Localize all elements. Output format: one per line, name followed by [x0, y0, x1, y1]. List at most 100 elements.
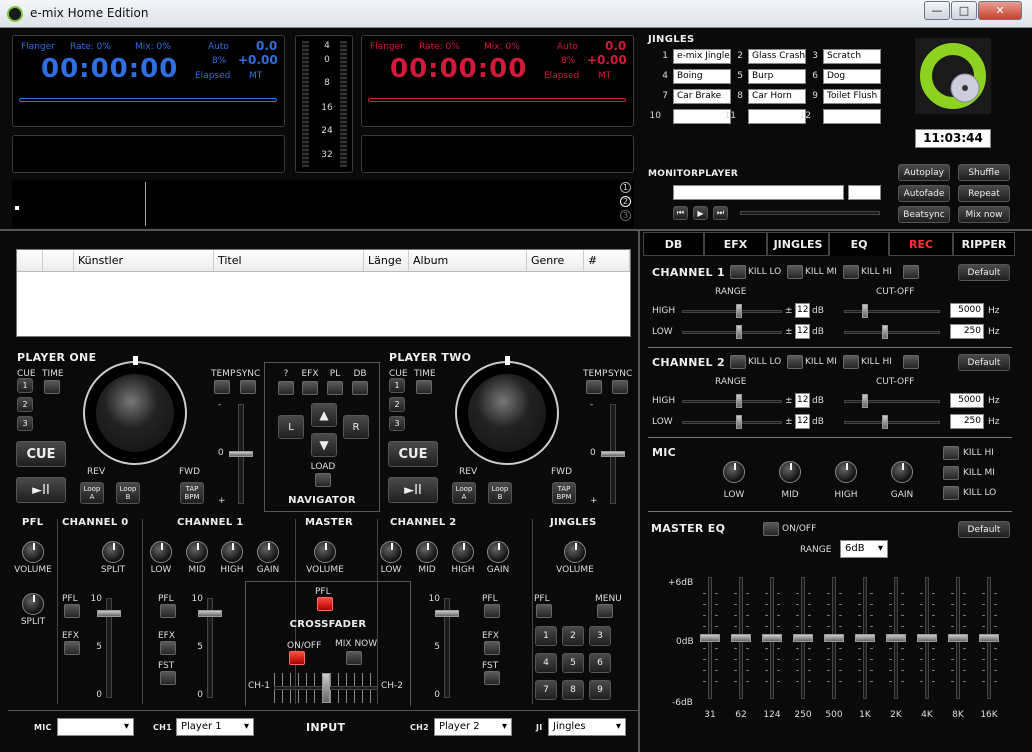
eq-kill-toggle[interactable]: [787, 265, 803, 279]
mixer-toggle-button[interactable]: [289, 651, 305, 665]
navigator-help-button[interactable]: [278, 381, 294, 395]
jingle-slot-field[interactable]: Car Brake: [673, 89, 731, 104]
master-eq-band-handle[interactable]: [886, 634, 906, 642]
mic-kill-toggle[interactable]: [943, 466, 959, 480]
shuffle-button[interactable]: Shuffle: [958, 164, 1010, 181]
mixer-toggle-button[interactable]: [484, 604, 500, 618]
eq-default-button[interactable]: Default: [958, 264, 1010, 281]
navigator-right-button[interactable]: R: [343, 415, 369, 439]
mixer-channel-fader-handle[interactable]: [435, 610, 459, 617]
playlist-column-header[interactable]: Album: [409, 250, 527, 271]
tab-eq[interactable]: EQ: [829, 232, 889, 256]
repeat-button[interactable]: Repeat: [958, 185, 1010, 202]
master-eq-band-handle[interactable]: [917, 634, 937, 642]
playlist-table[interactable]: Künstler Titel Länge Album Genre #: [16, 249, 631, 337]
jingle-pad-button[interactable]: 3: [589, 626, 611, 646]
eq-default-button[interactable]: Default: [958, 354, 1010, 371]
eq-extra-toggle[interactable]: [903, 355, 919, 369]
tab-rec[interactable]: REC: [889, 232, 953, 256]
player1-time-button[interactable]: [44, 380, 60, 394]
eq-cutoff-slider[interactable]: [844, 421, 940, 424]
eq-range-slider[interactable]: [682, 421, 782, 424]
mixer-toggle-button[interactable]: [160, 604, 176, 618]
player2-loop-a-button[interactable]: Loop A: [452, 482, 476, 504]
mixer-toggle-button[interactable]: [160, 671, 176, 685]
mixer-knob[interactable]: [22, 593, 44, 615]
player1-loop-a-button[interactable]: Loop A: [80, 482, 104, 504]
eq-cutoff-slider-handle[interactable]: [882, 325, 888, 339]
jingle-pad-button[interactable]: 6: [589, 653, 611, 673]
player1-pitch-slider-handle[interactable]: [229, 451, 253, 457]
eq-hz-field[interactable]: 5000: [950, 393, 984, 408]
maximize-button[interactable]: □: [951, 1, 977, 20]
eq-kill-toggle[interactable]: [730, 355, 746, 369]
wave-bank-1[interactable]: 1: [620, 182, 631, 193]
master-eq-band-handle[interactable]: [700, 634, 720, 642]
ji-input-select[interactable]: Jingles: [548, 718, 626, 736]
player1-jog-wheel[interactable]: [96, 374, 174, 452]
eq-range-slider[interactable]: [682, 331, 782, 334]
monitor-prev-button[interactable]: ⏮: [673, 206, 688, 220]
eq-db-field[interactable]: 12: [795, 324, 810, 339]
mixer-toggle-button[interactable]: [64, 641, 80, 655]
jingle-slot-field[interactable]: Dog: [823, 69, 881, 84]
eq-cutoff-slider-handle[interactable]: [862, 304, 868, 318]
eq-hz-field[interactable]: 5000: [950, 303, 984, 318]
mixer-knob[interactable]: [564, 541, 586, 563]
monitor-time-field[interactable]: [848, 185, 881, 200]
deck-one-progress[interactable]: [19, 98, 277, 102]
player2-temp-button[interactable]: [586, 380, 602, 394]
waveform-display[interactable]: 1 2 3: [12, 180, 634, 228]
mixer-knob[interactable]: [314, 541, 336, 563]
player2-play-pause-button[interactable]: ►II: [388, 477, 438, 503]
jingle-slot-field[interactable]: Car Horn: [748, 89, 806, 104]
mixer-knob[interactable]: [221, 541, 243, 563]
monitor-play-button[interactable]: ▶: [693, 206, 708, 220]
playlist-column-header[interactable]: Titel: [214, 250, 364, 271]
jingle-pad-button[interactable]: 1: [535, 626, 557, 646]
wave-bank-2[interactable]: 2: [620, 196, 631, 207]
playlist-column-header[interactable]: Künstler: [74, 250, 214, 271]
mic-knob[interactable]: [779, 461, 801, 483]
mixer-knob[interactable]: [150, 541, 172, 563]
eq-range-slider-handle[interactable]: [736, 394, 742, 408]
playlist-column-header[interactable]: Genre: [527, 250, 584, 271]
mic-knob[interactable]: [723, 461, 745, 483]
playlist-column-header[interactable]: [17, 250, 43, 271]
playlist-column-header[interactable]: #: [584, 250, 630, 271]
crossfader-mix-now-button[interactable]: [346, 651, 362, 665]
eq-range-slider[interactable]: [682, 310, 782, 313]
mixer-knob[interactable]: [102, 541, 124, 563]
autoplay-button[interactable]: Autoplay: [898, 164, 950, 181]
jingle-pad-button[interactable]: 2: [562, 626, 584, 646]
jingle-slot-field[interactable]: Scratch: [823, 49, 881, 64]
player1-tap-bpm-button[interactable]: TAP BPM: [180, 482, 204, 504]
master-eq-range-select[interactable]: 6dB: [840, 540, 888, 558]
player1-cue-button[interactable]: CUE: [16, 441, 66, 467]
eq-cutoff-slider[interactable]: [844, 400, 940, 403]
mixer-knob[interactable]: [416, 541, 438, 563]
ch2-input-select[interactable]: Player 2: [434, 718, 512, 736]
ch1-input-select[interactable]: Player 1: [176, 718, 254, 736]
minimize-button[interactable]: —: [924, 1, 950, 20]
player2-sync-button[interactable]: [612, 380, 628, 394]
wave-bank-3[interactable]: 3: [620, 210, 631, 221]
playlist-column-header[interactable]: Länge: [364, 250, 409, 271]
navigator-db-button[interactable]: [352, 381, 368, 395]
jingle-slot-field[interactable]: e-mix Jingle: [673, 49, 731, 64]
jingle-slot-field[interactable]: Boing: [673, 69, 731, 84]
mixer-knob[interactable]: [257, 541, 279, 563]
player1-temp-button[interactable]: [214, 380, 230, 394]
navigator-pl-button[interactable]: [327, 381, 343, 395]
player2-tap-bpm-button[interactable]: TAP BPM: [552, 482, 576, 504]
eq-hz-field[interactable]: 250: [950, 414, 984, 429]
mixer-knob[interactable]: [452, 541, 474, 563]
eq-hz-field[interactable]: 250: [950, 324, 984, 339]
navigator-efx-button[interactable]: [302, 381, 318, 395]
navigator-left-button[interactable]: L: [278, 415, 304, 439]
eq-range-slider-handle[interactable]: [736, 304, 742, 318]
tab-ripper[interactable]: RIPPER: [953, 232, 1015, 256]
beatsync-button[interactable]: Beatsync: [898, 206, 950, 223]
eq-range-slider-handle[interactable]: [736, 415, 742, 429]
player2-hotcue-button[interactable]: 3: [389, 416, 405, 431]
